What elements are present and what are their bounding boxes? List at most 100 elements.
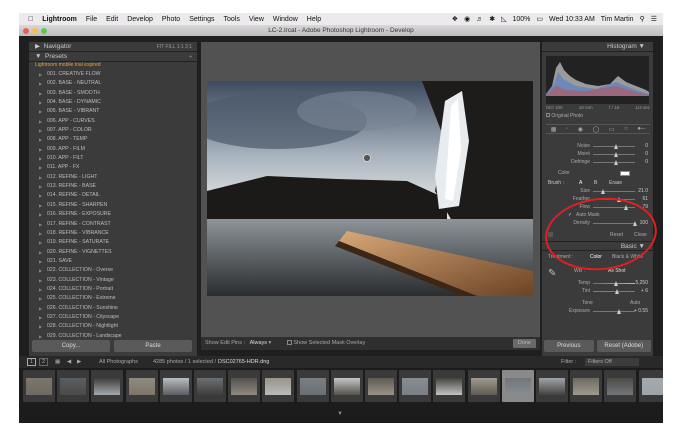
filmstrip-thumbnail[interactable] [262,370,295,402]
preset-folder[interactable]: 002. BASE - NEUTRAL [29,79,197,89]
clock[interactable]: Wed 10:33 AM [549,16,595,23]
show-edit-pins-select[interactable]: Always [250,340,267,346]
preset-folder[interactable]: 006. APP - CURVES [29,117,197,127]
presets-header[interactable]: ▼ Presets + [29,52,197,62]
list-icon[interactable]: ☰ [651,15,657,23]
preset-folder[interactable]: 016. REFINE - EXPOSURE [29,210,197,220]
preset-folder[interactable]: 018. REFINE - VIBRANCE [29,229,197,239]
preset-folder[interactable]: 019. REFINE - SATURATE [29,238,197,248]
done-button[interactable]: Done [512,339,536,348]
user-name[interactable]: Tim Martin [601,16,634,23]
auto-tone-button[interactable]: Auto [630,299,640,307]
preset-folder[interactable]: 001. CREATIVE FLOW [29,70,197,80]
menu-window[interactable]: Window [273,16,298,23]
size-knob[interactable] [601,188,605,194]
display-2-button[interactable]: 2 [39,358,48,366]
brush-erase-option[interactable]: Erase [609,179,622,187]
tint-track[interactable] [593,291,635,292]
menu-app[interactable]: Lightroom [42,16,77,23]
filmstrip-thumbnail[interactable] [365,370,397,402]
noise-value[interactable]: 0 [645,142,648,150]
color-row[interactable]: Color [546,169,650,177]
crop-icon[interactable]: ◦ [566,126,568,132]
preset-folder[interactable]: 027. COLLECTION - Cityscape [29,313,197,323]
previous-button[interactable]: Previous [544,340,594,352]
moire-knob[interactable] [614,151,618,157]
filmstrip-thumbnail[interactable] [228,370,261,402]
filmstrip-thumbnail[interactable] [91,370,124,402]
temp-value[interactable]: 5,250 [635,279,648,287]
preset-folder[interactable]: 013. REFINE - BASE [29,182,197,192]
navigator-header[interactable]: ▶ Navigator FIT FILL 1:1 3:1 [29,42,197,52]
forward-arrow-icon[interactable]: ▶ [77,356,81,368]
filmstrip-thumbnail[interactable] [296,370,329,402]
histogram[interactable] [546,56,649,104]
histogram-header[interactable]: Histogram ▼ [542,42,653,52]
feather-value[interactable]: 61 [642,195,648,203]
filmstrip-thumbnail[interactable] [604,370,637,402]
filmstrip-thumbnail[interactable] [467,370,500,402]
temp-slider[interactable]: Temp 5,250 [546,279,650,287]
temp-knob[interactable] [614,280,618,286]
size-track[interactable] [593,191,635,192]
original-photo-checkbox[interactable] [546,113,550,117]
preset-folder[interactable]: 020. REFINE - VIGNETTES [29,248,197,258]
noise-slider[interactable]: Noise 0 [546,142,650,150]
add-preset-icon[interactable]: + [189,52,192,62]
original-photo-row[interactable]: Original Photo [546,113,583,119]
filmstrip-thumbnail[interactable] [501,370,534,402]
display-1-button[interactable]: 1 [27,358,36,366]
adjustment-brush-icon[interactable]: ●─ [637,126,645,132]
menu-edit[interactable]: Edit [106,16,118,23]
filmstrip-thumbnail[interactable] [330,370,363,402]
search-icon[interactable]: ⚲ [640,15,645,23]
graduated-filter-icon[interactable]: ▭ [609,126,615,133]
copy-button[interactable]: Copy... [32,340,110,352]
mask-overlay-checkbox[interactable] [286,340,292,346]
preset-folder[interactable]: 028. COLLECTION - Nightlight [29,322,197,332]
bluetooth-icon[interactable]: ✱ [489,15,495,23]
chevron-down-icon[interactable]: ▾ [269,340,272,346]
zoom-window-button[interactable] [41,28,47,34]
back-arrow-icon[interactable]: ◀ [67,356,71,368]
filmstrip-thumbnail[interactable] [536,370,568,402]
reset-adobe-button[interactable]: Reset (Adobe) [596,340,651,352]
dropbox-icon[interactable]: ❖ [452,15,458,23]
preset-folder[interactable]: 007. APP - COLOR [29,126,197,136]
preset-folder[interactable]: 004. BASE - DYNAMIC [29,98,197,108]
preset-folder[interactable]: 021. SAVE [29,257,197,267]
source-label[interactable]: All Photographs [99,356,138,368]
navigator-zoom-options[interactable]: FIT FILL 1:1 3:1 [157,42,192,52]
spot-removal-icon[interactable]: ◉ [578,126,583,133]
menu-develop[interactable]: Develop [127,16,153,23]
brush-b-option[interactable]: B [594,179,597,187]
preset-folder[interactable]: 003. BASE - SMOOTH [29,89,197,99]
red-eye-icon[interactable]: ◯ [593,126,600,133]
minimize-window-button[interactable] [32,28,38,34]
preset-folder[interactable]: 015. REFINE - SHARPEN [29,201,197,211]
paste-button[interactable]: Paste [114,340,192,352]
menu-file[interactable]: File [86,16,97,23]
size-value[interactable]: 21.0 [638,187,648,195]
preset-folder[interactable]: 005. BASE - VIBRANT [29,107,197,117]
menu-tools[interactable]: Tools [223,16,239,23]
tint-slider[interactable]: Tint + 6 [546,287,650,295]
preset-folder[interactable]: 025. COLLECTION - Extreme [29,294,197,304]
filmstrip-thumbnail[interactable] [23,370,55,402]
grid-overlay-icon[interactable]: ▦ [551,126,557,133]
eye-icon[interactable]: ◉ [464,15,470,23]
filmstrip-thumbnail[interactable] [570,370,603,402]
filmstrip-thumbnail[interactable] [194,370,226,402]
exposure-track[interactable] [593,311,635,312]
exposure-value[interactable]: + 0.55 [634,307,648,315]
filmstrip-thumbnail[interactable] [125,370,158,402]
menu-help[interactable]: Help [307,16,321,23]
menu-photo[interactable]: Photo [162,16,180,23]
preset-folder[interactable]: 009. APP - FILM [29,145,197,155]
preset-folder[interactable]: 012. REFINE - LIGHT [29,173,197,183]
color-swatch[interactable] [620,171,630,176]
bottom-panel-toggle-icon[interactable]: ▼ [337,411,343,417]
main-photo[interactable] [207,81,533,296]
defringe-value[interactable]: 0 [645,158,648,166]
filmstrip-thumbnail[interactable] [159,370,192,402]
